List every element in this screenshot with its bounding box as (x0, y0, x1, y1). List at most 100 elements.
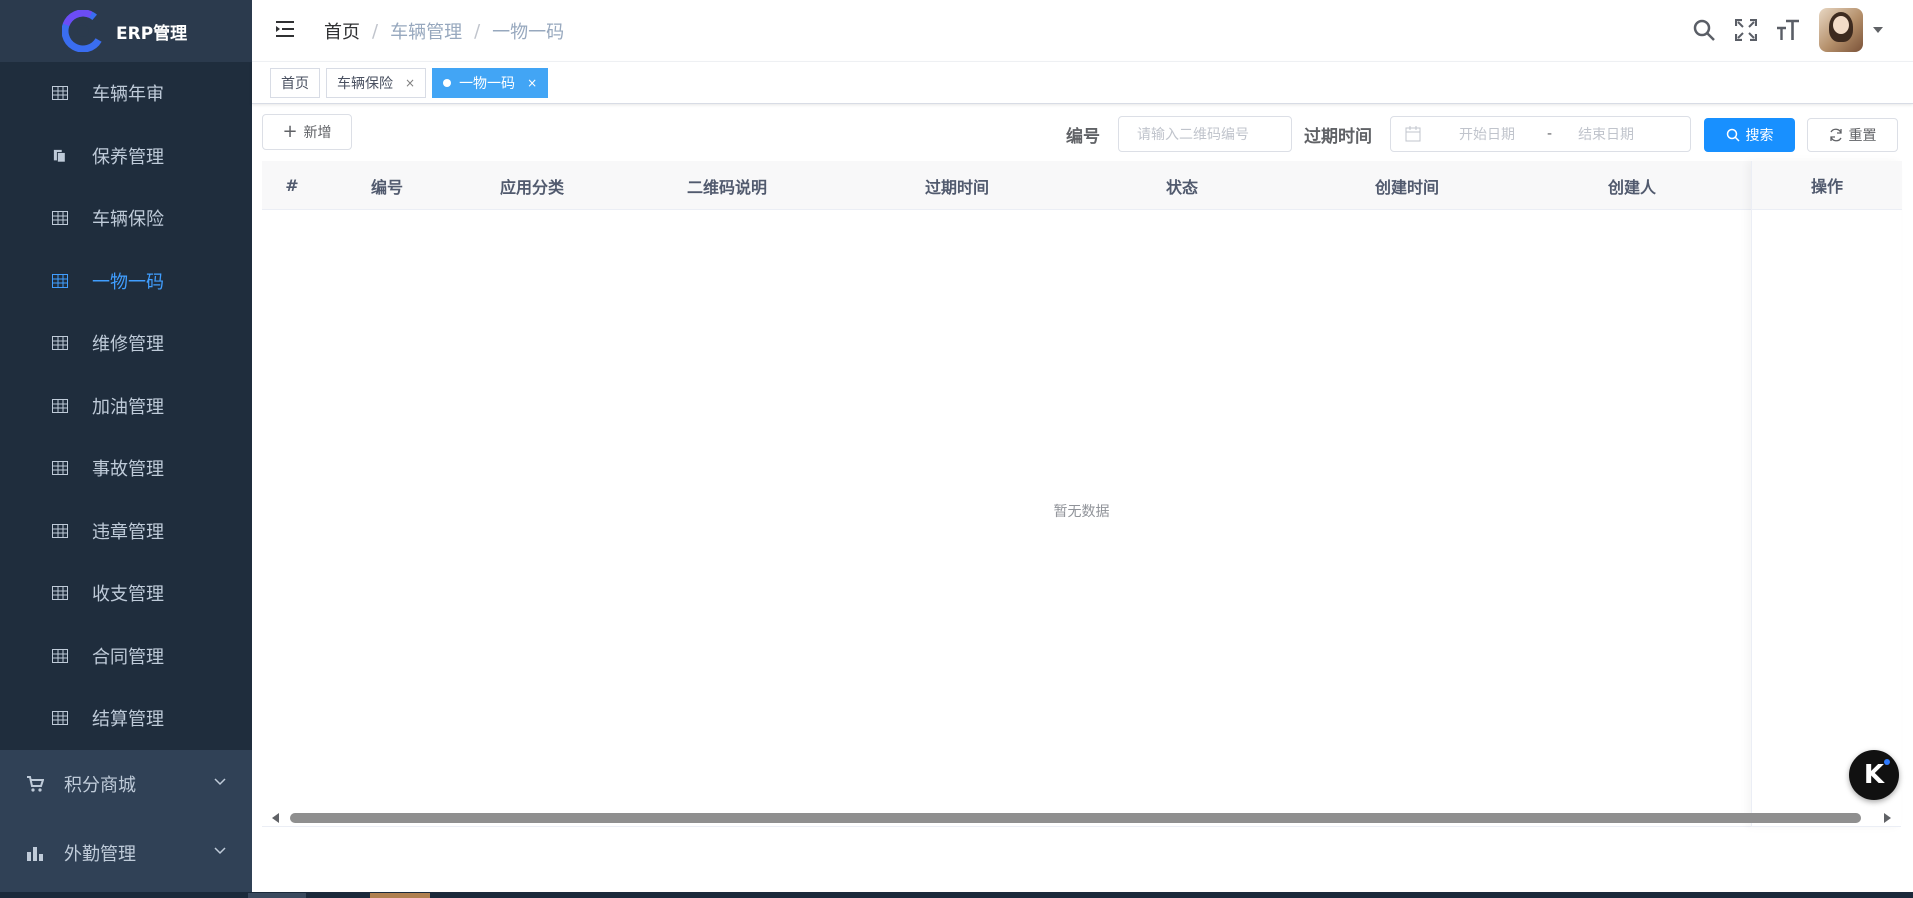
navbar: 首页 / 车辆管理 / 一物一码 (252, 0, 1913, 62)
sidebar-item-label: 合同管理 (92, 646, 164, 668)
column-header-creator: 创建人 (1607, 177, 1656, 197)
data-table: # 编号 应用分类 二维码说明 过期时间 状态 创建时间 创建人 操作 暂无数据 (262, 161, 1902, 827)
tag-qrcode[interactable]: 一物一码 × (432, 67, 549, 98)
sidebar-group-points-mall[interactable]: 积分商城 (0, 750, 252, 819)
scroll-right-arrow-icon[interactable] (1884, 813, 1891, 823)
column-header-description: 二维码说明 (686, 177, 767, 197)
sidebar-item-label: 车辆年审 (92, 84, 164, 106)
sidebar-item-label: 车辆保险 (92, 209, 164, 231)
table-icon (52, 586, 68, 601)
tag-home[interactable]: 首页 (270, 67, 320, 98)
calendar-icon (1405, 126, 1421, 142)
font-size-icon[interactable] (1775, 17, 1801, 43)
search-icon (1726, 128, 1740, 142)
sidebar-item-contract[interactable]: 合同管理 (0, 625, 252, 688)
sidebar-item-label: 加油管理 (92, 396, 164, 418)
search-icon[interactable] (1691, 17, 1717, 43)
fullscreen-icon[interactable] (1733, 17, 1759, 43)
documents-icon (53, 149, 66, 163)
table-icon (52, 398, 68, 413)
sidebar-item-label: 事故管理 (92, 459, 164, 481)
reset-button[interactable]: 重置 (1807, 118, 1898, 152)
taskbar-item[interactable] (370, 893, 430, 898)
sidebar-group-label: 外勤管理 (64, 844, 136, 865)
expire-date-range-picker[interactable]: 开始日期 - 结束日期 (1390, 116, 1691, 152)
column-header-status: 状态 (1165, 177, 1198, 197)
reset-button-label: 重置 (1848, 128, 1877, 144)
chevron-down-icon (214, 846, 226, 854)
column-header-create-time: 创建时间 (1374, 177, 1439, 197)
start-date-input[interactable]: 开始日期 (1459, 124, 1539, 144)
refresh-icon (1829, 128, 1842, 142)
plus-icon: + (282, 121, 298, 142)
sidebar-item-annual-review[interactable]: 车辆年审 (0, 62, 252, 125)
close-icon[interactable]: × (527, 76, 537, 90)
floating-k-icon[interactable]: K (1849, 750, 1899, 800)
table-icon (52, 711, 68, 726)
caret-down-icon[interactable] (1873, 27, 1883, 33)
close-icon[interactable]: × (405, 76, 415, 90)
table-icon (52, 523, 68, 538)
cart-icon (27, 776, 44, 792)
chevron-down-icon (214, 777, 226, 785)
sidebar-group-field-work[interactable]: 外勤管理 (0, 819, 252, 888)
taskbar-item[interactable] (248, 893, 306, 898)
table-icon (52, 336, 68, 351)
sidebar-item-accident[interactable]: 事故管理 (0, 437, 252, 500)
menu-fold-icon[interactable] (274, 18, 296, 40)
avatar[interactable] (1819, 8, 1863, 52)
add-button[interactable]: + 新增 (262, 114, 352, 150)
tag-label: 一物一码 (459, 75, 516, 92)
sidebar-item-violation[interactable]: 违章管理 (0, 500, 252, 563)
sidebar-item-settlement[interactable]: 结算管理 (0, 687, 252, 750)
code-search-input[interactable]: 请输入二维码编号 (1118, 116, 1292, 152)
sidebar-item-maintenance[interactable]: 保养管理 (0, 125, 252, 188)
breadcrumb: 首页 / 车辆管理 / 一物一码 (324, 18, 564, 44)
main-content: 首页 / 车辆管理 / 一物一码 首页 车辆保险 × 一物一码 × + 新增 编… (252, 0, 1913, 892)
navbar-tools (1675, 4, 1883, 56)
tag-vehicle-insurance[interactable]: 车辆保险 × (326, 67, 427, 98)
table-icon (52, 211, 68, 226)
filter-toolbar: + 新增 编号 请输入二维码编号 过期时间 开始日期 - 结束日期 搜索 重置 (262, 104, 1903, 152)
sidebar-item-label: 维修管理 (92, 334, 164, 356)
breadcrumb-home[interactable]: 首页 (324, 18, 360, 44)
column-header-actions: 操作 (1752, 161, 1902, 210)
scrollbar-track[interactable] (290, 813, 1861, 823)
column-header-expire-time: 过期时间 (924, 177, 989, 197)
active-dot-icon (443, 78, 452, 87)
tag-label: 首页 (281, 75, 309, 92)
sidebar-item-label: 一物一码 (92, 271, 164, 293)
sidebar-item-fuel[interactable]: 加油管理 (0, 375, 252, 438)
breadcrumb-separator: / (372, 20, 379, 42)
sidebar-group-label: 积分商城 (64, 775, 136, 796)
breadcrumb-separator: / (474, 20, 481, 42)
logo-icon (62, 10, 104, 52)
empty-text: 暂无数据 (1053, 504, 1110, 520)
scrollbar-thumb[interactable] (290, 813, 1861, 823)
fixed-action-column: 操作 (1751, 161, 1902, 827)
code-placeholder: 请输入二维码编号 (1137, 127, 1249, 143)
search-button-label: 搜索 (1745, 128, 1774, 144)
search-button[interactable]: 搜索 (1704, 118, 1795, 152)
column-header-category: 应用分类 (499, 177, 564, 197)
vehicle-submenu: 车辆年审 保养管理 车辆保险 一物一码 维修管理 加油管理 事故管理 违章管理 (0, 62, 252, 750)
add-button-label: 新增 (303, 125, 332, 141)
tag-label: 车辆保险 (337, 75, 393, 92)
end-date-input[interactable]: 结束日期 (1578, 124, 1634, 144)
range-separator: - (1547, 126, 1553, 142)
sidebar: ERP管理 车辆年审 保养管理 车辆保险 一物一码 维修管理 加油管理 事故管理… (0, 0, 252, 892)
scroll-left-arrow-icon[interactable] (272, 813, 279, 823)
bar-chart-icon (27, 847, 43, 861)
breadcrumb-vehicle-management: 车辆管理 (390, 22, 463, 43)
sidebar-item-qrcode[interactable]: 一物一码 (0, 250, 252, 313)
table-icon (52, 461, 68, 476)
sidebar-item-income-expense[interactable]: 收支管理 (0, 562, 252, 625)
column-header-code: 编号 (370, 177, 403, 197)
sidebar-item-label: 违章管理 (92, 521, 164, 543)
horizontal-scrollbar[interactable] (262, 808, 1901, 824)
expire-time-label: 过期时间 (1304, 127, 1372, 147)
sidebar-item-repair[interactable]: 维修管理 (0, 312, 252, 375)
logo[interactable]: ERP管理 (0, 0, 252, 62)
table-icon (52, 86, 68, 101)
sidebar-item-insurance[interactable]: 车辆保险 (0, 187, 252, 250)
